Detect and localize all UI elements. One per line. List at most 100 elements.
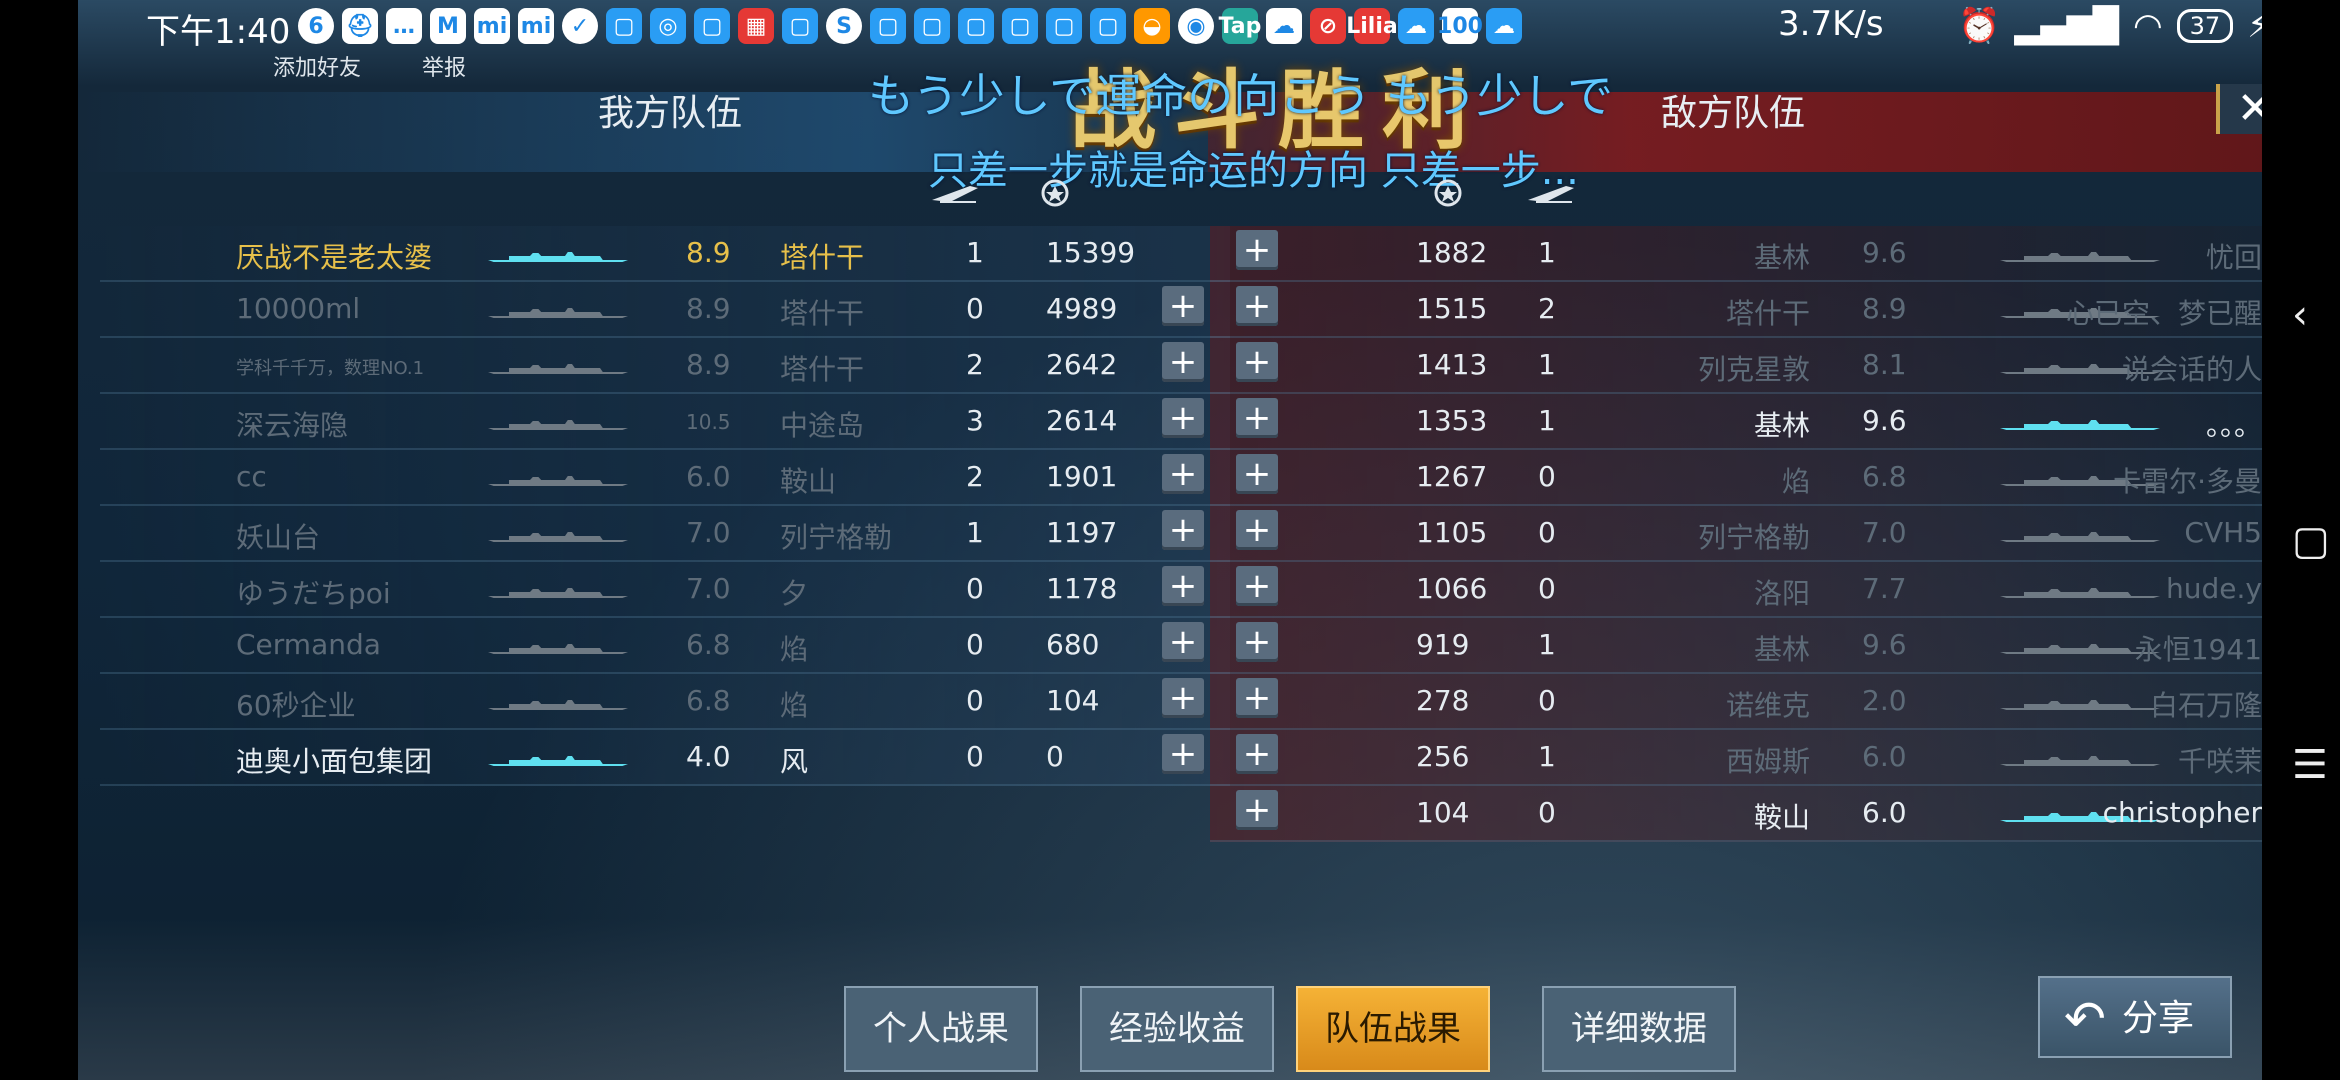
- ship-silhouette-icon: [488, 252, 628, 262]
- enemy-team-row[interactable]: +278 0 诺维克 2.0 白石万隆: [1210, 674, 2262, 730]
- menu-nav-icon[interactable]: ☰: [2292, 742, 2328, 788]
- ship-silhouette-icon: [488, 364, 628, 374]
- notification-icon: ◒: [1134, 8, 1170, 44]
- add-friend-button[interactable]: +: [1236, 790, 1278, 830]
- ship-tier: 7.0: [686, 516, 731, 549]
- enemy-team-row[interactable]: +1413 1 列克星敦 8.1 说会话的人: [1210, 338, 2262, 394]
- kill-count: 0: [1538, 684, 1556, 717]
- enemy-team-row[interactable]: +1353 1 基林 9.6 。。。: [1210, 394, 2262, 450]
- score-value: 1413: [1416, 348, 1488, 381]
- ship-class-name: 焰: [780, 633, 809, 666]
- share-button[interactable]: ↶ 分享: [2038, 976, 2232, 1058]
- player-name: 深云海隐: [236, 409, 349, 442]
- enemy-team-row[interactable]: +919 1 基林 9.6 永恒1941: [1210, 618, 2262, 674]
- add-friend-button[interactable]: +: [1236, 342, 1278, 382]
- add-friend-button[interactable]: +: [1236, 734, 1278, 774]
- add-friend-button[interactable]: +: [1236, 398, 1278, 438]
- report-link[interactable]: 举报: [422, 50, 466, 82]
- player-name: cc: [236, 460, 267, 493]
- kill-count: 2: [966, 460, 984, 493]
- ship-tier: 9.6: [1862, 628, 1907, 661]
- tab-exp-gain[interactable]: 经验收益: [1080, 986, 1274, 1072]
- add-friend-button[interactable]: +: [1236, 230, 1278, 270]
- ship-class-name: 塔什干: [780, 297, 865, 330]
- system-nav-bar: ‹ ▢ ☰: [2262, 0, 2340, 1080]
- ship-class-name: 基林: [1753, 633, 1810, 666]
- add-friend-button[interactable]: +: [1236, 622, 1278, 662]
- ship-class-name: 焰: [780, 689, 809, 722]
- ship-tier: 6.0: [1862, 796, 1907, 829]
- our-team-row[interactable]: 10000ml 8.9 塔什干 0 4989 +: [100, 282, 1230, 338]
- share-arrow-icon: ↶: [2064, 990, 2106, 1048]
- player-name: hude.y: [2166, 572, 2262, 605]
- ship-tier: 7.0: [1862, 516, 1907, 549]
- notification-icon: ▢: [694, 8, 730, 44]
- add-friend-button[interactable]: +: [1236, 510, 1278, 550]
- ship-class-name: 风: [780, 745, 809, 778]
- add-friend-button[interactable]: +: [1236, 454, 1278, 494]
- our-team-label: 我方队伍: [598, 93, 743, 134]
- recents-nav-icon[interactable]: ▢: [2292, 518, 2330, 564]
- ship-silhouette-icon: [488, 532, 628, 542]
- kill-count: 0: [966, 740, 984, 773]
- add-friend-button[interactable]: +: [1162, 622, 1204, 662]
- ship-silhouette-icon: [2000, 420, 2160, 430]
- add-friend-button[interactable]: +: [1162, 454, 1204, 494]
- tab-detailed-data[interactable]: 详细数据: [1542, 986, 1736, 1072]
- add-friend-button[interactable]: +: [1162, 286, 1204, 326]
- enemy-team-row[interactable]: +1267 0 焰 6.8 卡雷尔·多曼: [1210, 450, 2262, 506]
- add-friend-button[interactable]: +: [1236, 566, 1278, 606]
- enemy-team-row[interactable]: +256 1 西姆斯 6.0 千咲茉: [1210, 730, 2262, 786]
- our-team-row[interactable]: 厌战不是老太婆 8.9 塔什干 1 15399: [100, 226, 1230, 282]
- kill-count: 1: [1538, 348, 1556, 381]
- kill-count: 0: [1538, 460, 1556, 493]
- our-team-row[interactable]: 迪奥小面包集团 4.0 风 0 0 +: [100, 730, 1230, 786]
- enemy-team-row[interactable]: +104 0 鞍山 6.0 christopher: [1210, 786, 2262, 842]
- ship-tier: 6.8: [1862, 460, 1907, 493]
- kill-count: 0: [966, 628, 984, 661]
- tab-team-results[interactable]: 队伍战果: [1296, 986, 1490, 1072]
- charging-icon: ⚡: [2247, 6, 2262, 46]
- score-value: 1178: [1046, 572, 1118, 605]
- tab-personal-results[interactable]: 个人战果: [844, 986, 1038, 1072]
- kill-count: 1: [1538, 404, 1556, 437]
- our-team-row[interactable]: 深云海隐 10.5 中途岛 3 2614 +: [100, 394, 1230, 450]
- enemy-team-row[interactable]: +1515 2 塔什干 8.9 心已空、梦已醒: [1210, 282, 2262, 338]
- close-button[interactable]: ✕: [2216, 84, 2262, 134]
- notification-icon: mi: [474, 8, 510, 44]
- add-friend-button[interactable]: +: [1162, 510, 1204, 550]
- ship-tier: 8.9: [686, 292, 731, 325]
- enemy-team-row[interactable]: +1105 0 列宁格勒 7.0 CVH5: [1210, 506, 2262, 562]
- ship-class-name: 塔什干: [780, 241, 865, 274]
- ship-class-name: 鞍山: [1753, 801, 1810, 834]
- player-name: 妖山台: [236, 521, 321, 554]
- our-team-row[interactable]: 妖山台 7.0 列宁格勒 1 1197 +: [100, 506, 1230, 562]
- add-friend-button[interactable]: +: [1162, 342, 1204, 382]
- our-team-row[interactable]: ゆうだちpoi 7.0 夕 0 1178 +: [100, 562, 1230, 618]
- enemy-team-row[interactable]: +1882 1 基林 9.6 忧回: [1210, 226, 2262, 282]
- kill-count: 0: [1538, 572, 1556, 605]
- our-team-row[interactable]: 学科千千万，数理NO.1 8.9 塔什干 2 2642 +: [100, 338, 1230, 394]
- enemy-team-row[interactable]: +1066 0 洛阳 7.7 hude.y: [1210, 562, 2262, 618]
- kill-count: 0: [966, 572, 984, 605]
- add-friend-button[interactable]: +: [1162, 566, 1204, 606]
- ship-tier: 7.7: [1862, 572, 1907, 605]
- score-value: 0: [1046, 740, 1064, 773]
- enemy-kills-plane-icon: [1528, 186, 1574, 203]
- add-friend-button[interactable]: +: [1162, 734, 1204, 774]
- ship-tier: 6.0: [686, 460, 731, 493]
- add-friend-button[interactable]: +: [1162, 398, 1204, 438]
- add-friend-button[interactable]: +: [1162, 678, 1204, 718]
- back-nav-icon[interactable]: ‹: [2292, 292, 2308, 338]
- add-friend-button[interactable]: +: [1236, 678, 1278, 718]
- notification-icon: Lilia: [1346, 8, 1398, 44]
- add-friend-button[interactable]: +: [1236, 286, 1278, 326]
- ship-class-name: 鞍山: [780, 465, 837, 498]
- our-team-row[interactable]: Cermanda 6.8 焰 0 680 +: [100, 618, 1230, 674]
- our-team-row[interactable]: cc 6.0 鞍山 2 1901 +: [100, 450, 1230, 506]
- player-name: 。。。: [2205, 409, 2262, 442]
- score-value: 1515: [1416, 292, 1488, 325]
- our-team-row[interactable]: 60秒企业 6.8 焰 0 104 +: [100, 674, 1230, 730]
- add-friend-link[interactable]: 添加好友: [273, 50, 361, 82]
- player-name: christopher: [2102, 796, 2262, 829]
